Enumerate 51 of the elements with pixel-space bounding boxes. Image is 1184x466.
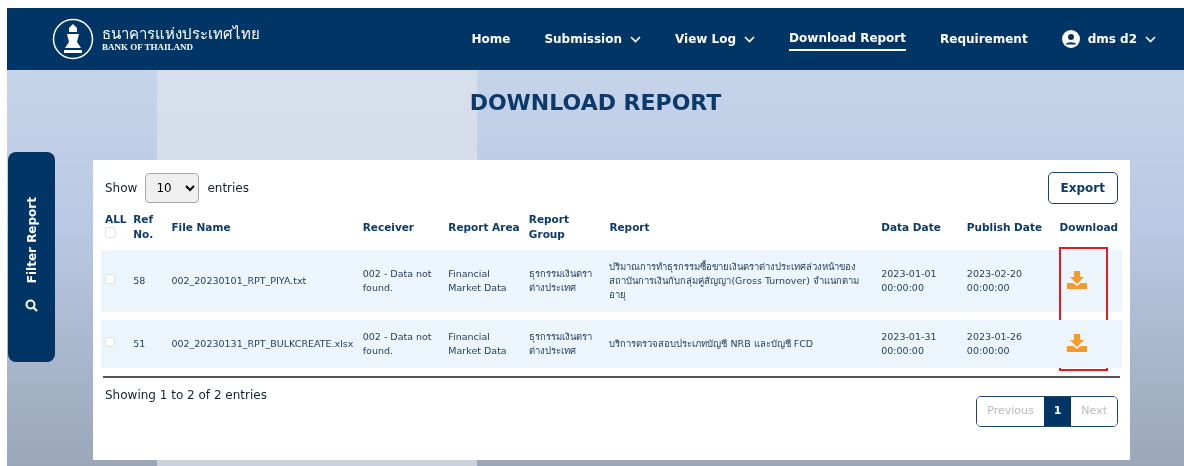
user-menu[interactable]: dms d2	[1061, 28, 1156, 50]
user-avatar-icon	[1061, 30, 1080, 48]
table-cell: 58	[133, 275, 146, 286]
column-header: Data Date	[881, 220, 941, 233]
filter-report-tab[interactable]: Filter Report	[8, 152, 55, 362]
download-icon[interactable]	[1067, 269, 1088, 289]
row-checkbox[interactable]	[105, 337, 115, 347]
table-cell: ธุรกรรมเงินตราต่างประเทศ	[528, 331, 592, 356]
table-cell: ปริมาณการทำธุรกรรมซื้อขายเงินตราต่างประเทศล่วงหน้าของสถาบันการเงินกับกลุ่มคู่สัญญา(Gross Turnover) จำแนกตามอายุ	[609, 261, 859, 300]
table-cell: Financial Market Data	[448, 331, 507, 356]
entries-label: entries	[207, 180, 249, 197]
column-header: Ref No.	[133, 213, 154, 240]
seal-logo-icon	[52, 18, 94, 60]
table-cell: 002_20230131_RPT_BULKCREATE.xlsx	[171, 338, 354, 349]
brand-name-english: BANK OF THAILAND	[102, 42, 194, 52]
column-header: File Name	[171, 220, 231, 233]
page-title: DOWNLOAD REPORT	[468, 89, 723, 117]
select-all-checkbox[interactable]	[105, 227, 116, 238]
download-icon[interactable]	[1067, 332, 1088, 352]
table-cell: 002 - Data not found.	[362, 331, 432, 356]
nav-link[interactable]: Requirement	[940, 28, 1028, 50]
column-header: Report Group	[528, 213, 569, 240]
caret-icon	[1145, 35, 1156, 43]
show-label: Show	[105, 180, 138, 197]
table-cell: 2023-02-20 00:00:00	[966, 268, 1023, 293]
row-checkbox[interactable]	[105, 274, 115, 284]
column-header: Receiver	[362, 220, 415, 233]
column-header: Publish Date	[966, 220, 1043, 233]
entries-select[interactable]: 10	[145, 173, 200, 203]
table-cell: 002 - Data not found.	[362, 268, 432, 293]
table-cell: บริการตรวจสอบประเภทบัญชี NRB และบัญชี FCD	[609, 338, 814, 349]
brand-name-thai: ธนาคารแห่งประเทศไทย	[102, 26, 260, 42]
nav-dropdown[interactable]: Submission	[544, 28, 641, 50]
pagination-button[interactable]: 1	[1043, 397, 1072, 426]
table-cell: 51	[133, 338, 146, 349]
column-header: Report	[609, 220, 650, 233]
column-header: ALL	[105, 212, 126, 227]
export-button[interactable]: Export	[1047, 172, 1118, 204]
nav-link[interactable]: Download Report	[789, 27, 907, 51]
table-cell: Financial Market Data	[448, 268, 507, 293]
table-cell: 002_20230101_RPT_PIYA.txt	[171, 275, 307, 286]
nav-link[interactable]: Home	[471, 28, 511, 50]
search-icon	[25, 299, 38, 313]
nav-dropdown[interactable]: View Log	[675, 28, 756, 50]
column-header: Report Area	[448, 220, 520, 233]
table-cell: 2023-01-31 00:00:00	[881, 331, 937, 356]
column-header: Download	[1059, 220, 1118, 233]
entries-info: Showing 1 to 2 of 2 entries	[105, 387, 267, 404]
table-cell: ธุรกรรมเงินตราต่างประเทศ	[528, 268, 592, 293]
table-cell: 2023-01-01 00:00:00	[881, 268, 937, 293]
table-cell: 2023-01-26 00:00:00	[966, 331, 1023, 356]
